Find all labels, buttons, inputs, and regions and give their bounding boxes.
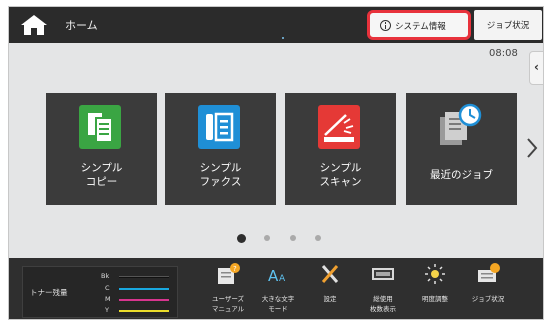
- user-manual-button[interactable]: ? ユーザーズ マニュアル: [200, 258, 256, 319]
- large-text-mode-button[interactable]: A A 大きな文字 モード: [250, 258, 306, 319]
- side-panel-tab[interactable]: ‹: [529, 51, 543, 85]
- top-bar: ホーム システム情報 ジョブ状況: [9, 7, 543, 43]
- operation-panel: ホーム システム情報 ジョブ状況 08:08 ‹ シンプル コピー シンプル フ…: [8, 6, 544, 320]
- home-icon: [21, 15, 47, 35]
- bottom-item-label: 総使用 枚数表示: [370, 295, 396, 313]
- simple-scan-icon: [318, 105, 360, 149]
- toner-name-m: M: [105, 295, 111, 303]
- recent-jobs-icon: [440, 103, 482, 145]
- simple-copy-icon: [79, 105, 121, 149]
- system-info-button[interactable]: システム情報: [367, 10, 471, 40]
- toner-name-c: C: [105, 284, 110, 292]
- home-label: ホーム: [65, 19, 98, 32]
- user-manual-icon: ?: [218, 263, 240, 284]
- usage-count-icon: [372, 268, 394, 280]
- toner-level-panel: トナー残量 Bk C M Y: [22, 266, 178, 318]
- status-dot: [282, 37, 284, 39]
- usage-count-button[interactable]: 総使用 枚数表示: [355, 258, 411, 319]
- brightness-icon: [425, 264, 445, 284]
- toner-bar-m: [119, 299, 169, 301]
- tile-simple-fax[interactable]: シンプル ファクス: [165, 93, 276, 205]
- job-status-bottom-button[interactable]: ジョブ状況: [460, 258, 516, 319]
- job-status-icon: [478, 263, 500, 282]
- page-indicator-dot[interactable]: [264, 235, 270, 241]
- bottom-item-label: ユーザーズ マニュアル: [211, 295, 245, 313]
- chevron-right-icon[interactable]: [523, 135, 541, 161]
- tile-label: シンプル スキャン: [319, 162, 362, 188]
- tile-label: シンプル ファクス: [199, 162, 242, 188]
- settings-icon: [321, 265, 339, 283]
- settings-button[interactable]: 設定: [302, 258, 358, 319]
- toner-name-y: Y: [105, 306, 109, 314]
- tile-label: シンプル コピー: [80, 162, 123, 188]
- tile-simple-copy[interactable]: シンプル コピー: [46, 93, 157, 205]
- toner-bar-c: [119, 288, 169, 290]
- info-icon: [380, 20, 391, 31]
- svg-text:A: A: [268, 267, 279, 285]
- large-text-icon: A A: [268, 267, 286, 285]
- bottom-item-label: 設定: [323, 295, 337, 303]
- bottom-item-label: 明度調整: [422, 295, 448, 303]
- bottom-item-label: 大きな文字 モード: [261, 295, 295, 313]
- job-status-button[interactable]: ジョブ状況: [474, 10, 542, 40]
- simple-fax-icon: [198, 105, 240, 149]
- tile-label: 最近のジョブ: [430, 169, 493, 181]
- page-indicator-dot[interactable]: [237, 234, 246, 243]
- toner-bar-y: [119, 310, 169, 312]
- clock: 08:08: [489, 48, 518, 59]
- bottom-bar: トナー残量 Bk C M Y ? ユーザーズ マニュアル A A 大きな文字 モ…: [9, 258, 543, 319]
- job-status-label: ジョブ状況: [486, 21, 530, 31]
- chevron-left-icon: ‹: [534, 60, 539, 74]
- toner-name-bk: Bk: [101, 272, 110, 280]
- system-info-label: システム情報: [395, 22, 446, 32]
- toner-bar-bk: [119, 276, 169, 278]
- svg-text:?: ?: [233, 265, 237, 273]
- tile-recent-jobs[interactable]: 最近のジョブ: [406, 93, 517, 205]
- toner-label: トナー残量: [30, 288, 68, 297]
- page-indicator-dot[interactable]: [315, 235, 321, 241]
- brightness-button[interactable]: 明度調整: [407, 258, 463, 319]
- bottom-item-label: ジョブ状況: [471, 295, 505, 303]
- home-button[interactable]: [15, 11, 53, 39]
- tile-simple-scan[interactable]: シンプル スキャン: [285, 93, 396, 205]
- page-indicator-dot[interactable]: [290, 235, 296, 241]
- svg-text:A: A: [279, 274, 286, 284]
